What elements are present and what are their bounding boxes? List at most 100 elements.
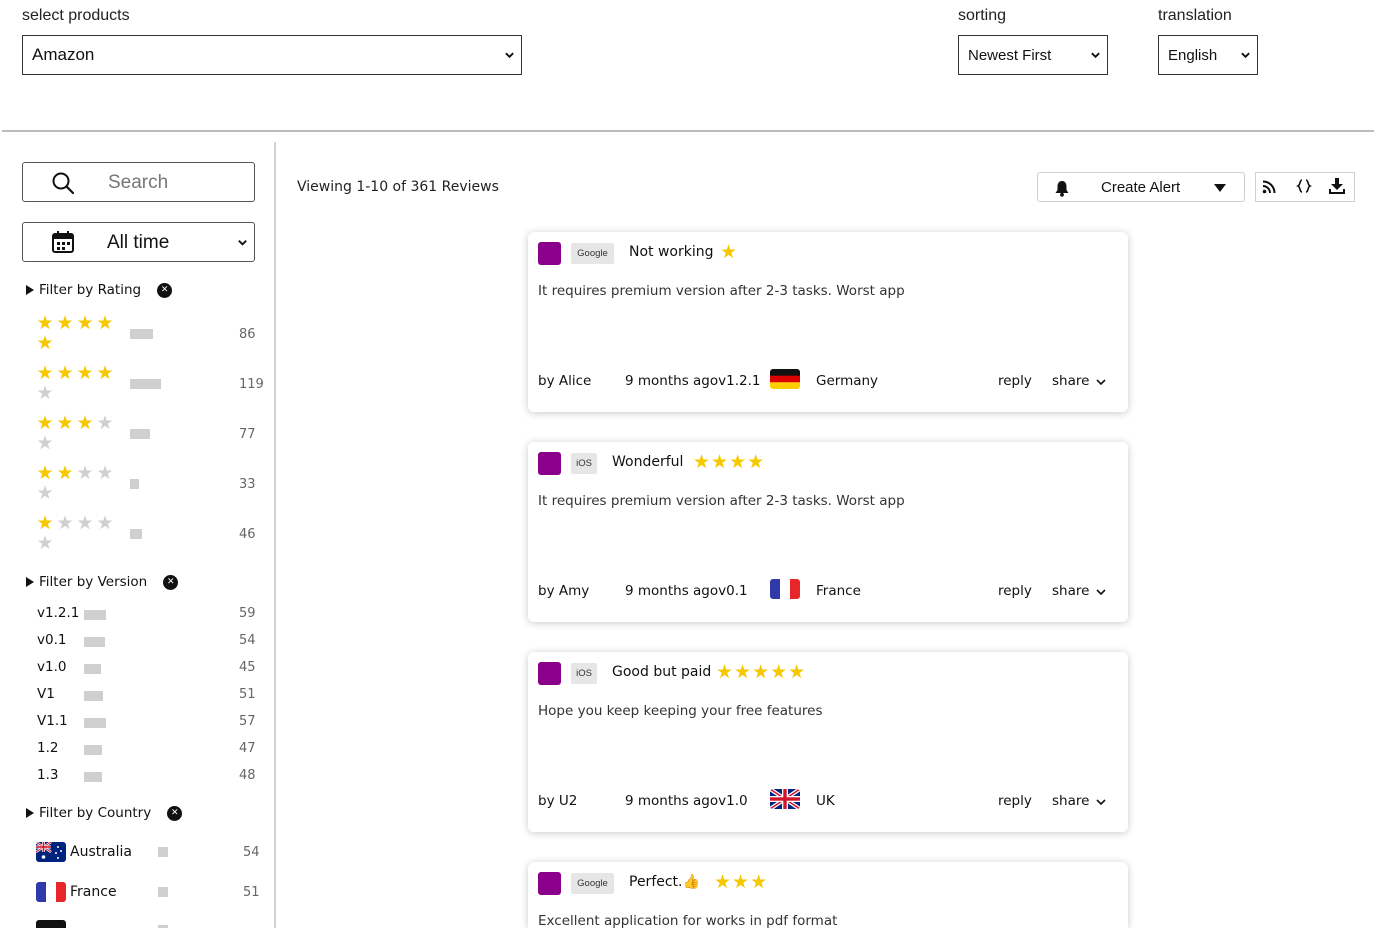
rating-row-1[interactable]: ★★★★★ 46	[36, 513, 266, 557]
country-count: 54	[243, 845, 260, 860]
version-row[interactable]: 1.2 47	[37, 740, 267, 760]
france-flag-icon	[770, 579, 800, 599]
rating-row-5[interactable]: ★★★★★ 86	[36, 313, 266, 357]
version-row[interactable]: V1.1 57	[37, 713, 267, 733]
rating-row-3[interactable]: ★★★★★ 77	[36, 413, 266, 457]
reply-button[interactable]: reply	[998, 793, 1032, 809]
search-icon	[52, 172, 75, 195]
version-label: V1.1	[37, 713, 68, 729]
source-badge: iOS	[571, 453, 597, 474]
germany-flag-icon	[770, 369, 800, 389]
rating-bar	[130, 379, 161, 389]
sorting-select[interactable]: Newest First	[958, 35, 1108, 75]
version-bar	[84, 745, 102, 755]
australia-flag-icon	[36, 842, 66, 862]
rss-icon[interactable]	[1262, 180, 1276, 194]
create-alert-button[interactable]: Create Alert	[1037, 172, 1245, 202]
version-count: 48	[239, 768, 256, 783]
version-count: 54	[239, 633, 256, 648]
version-filter-toggle[interactable]: Filter by Version ✕	[26, 574, 179, 590]
rating-count: 77	[239, 427, 256, 442]
country-row-france[interactable]: France 51	[36, 880, 266, 906]
review-author: by Amy	[538, 583, 590, 599]
share-button[interactable]: share	[1052, 373, 1089, 389]
avatar	[538, 872, 561, 895]
chevron-down-icon	[1241, 52, 1250, 59]
version-count: 51	[239, 687, 256, 702]
share-button[interactable]: share	[1052, 583, 1089, 599]
reply-button[interactable]: reply	[998, 583, 1032, 599]
download-icon[interactable]	[1328, 177, 1346, 195]
bell-icon	[1055, 181, 1069, 197]
products-label: select products	[22, 7, 130, 24]
rating-row-4[interactable]: ★★★★★ 119	[36, 363, 266, 407]
review-title: Perfect.👍	[629, 874, 700, 890]
version-label: v0.1	[37, 632, 67, 648]
caret-right-icon	[26, 285, 34, 295]
review-card: iOS Good but paid ★★★★★ Hope you keep ke…	[528, 652, 1128, 832]
version-label: v1.0	[37, 659, 67, 675]
review-meta: 9 months agov1.2.1	[625, 373, 761, 389]
review-body: It requires premium version after 2-3 ta…	[538, 283, 905, 299]
review-body: It requires premium version after 2-3 ta…	[538, 493, 905, 509]
caret-right-icon	[26, 808, 34, 818]
country-label: France	[70, 884, 117, 900]
date-range-select[interactable]: All time	[22, 222, 255, 262]
rating-bar	[130, 329, 153, 339]
rating-bar	[130, 429, 150, 439]
translation-select[interactable]: English	[1158, 35, 1258, 75]
version-bar	[84, 691, 103, 701]
sidebar-divider	[274, 142, 276, 928]
rating-filter-title: Filter by Rating	[39, 282, 142, 298]
version-row[interactable]: v1.0 45	[37, 659, 267, 679]
review-card: Google Not working ★ It requires premium…	[528, 232, 1128, 412]
caret-right-icon	[26, 577, 34, 587]
avatar	[538, 242, 561, 265]
results-count: Viewing 1-10 of 361 Reviews	[297, 179, 499, 195]
search-input[interactable]: Search	[22, 162, 255, 202]
products-select[interactable]: Amazon	[22, 35, 522, 75]
version-count: 57	[239, 714, 256, 729]
country-row-australia[interactable]: Australia 54	[36, 840, 266, 866]
clear-version-filter-icon[interactable]: ✕	[163, 574, 179, 590]
translation-label: translation	[1158, 7, 1232, 24]
reply-button[interactable]: reply	[998, 373, 1032, 389]
chevron-down-icon	[1096, 589, 1106, 596]
version-row[interactable]: v1.2.1 59	[37, 605, 267, 625]
country-filter-toggle[interactable]: Filter by Country ✕	[26, 805, 183, 821]
clear-country-filter-icon[interactable]: ✕	[167, 805, 183, 821]
version-row[interactable]: v0.1 54	[37, 632, 267, 652]
search-placeholder: Search	[108, 172, 169, 193]
source-badge: Google	[571, 873, 614, 894]
version-label: V1	[37, 686, 55, 702]
version-bar	[84, 772, 102, 782]
rating-count: 119	[239, 377, 264, 392]
rating-filter-toggle[interactable]: Filter by Rating ✕	[26, 282, 173, 298]
rating-stars: ★★★★★	[36, 312, 116, 354]
share-button[interactable]: share	[1052, 793, 1089, 809]
version-row[interactable]: V1 51	[37, 686, 267, 706]
rating-stars: ★★★★★	[36, 362, 116, 404]
rating-count: 46	[239, 527, 256, 542]
version-bar	[84, 664, 101, 674]
header-divider	[2, 130, 1374, 132]
version-label: 1.3	[37, 767, 59, 783]
rating-row-2[interactable]: ★★★★★ 33	[36, 463, 266, 507]
review-title: Not working	[629, 244, 714, 260]
review-country: UK	[816, 793, 835, 809]
review-card: iOS Wonderful ★★★★ It requires premium v…	[528, 442, 1128, 622]
version-row[interactable]: 1.3 48	[37, 767, 267, 787]
version-count: 47	[239, 741, 256, 756]
version-label: 1.2	[37, 740, 59, 756]
country-row-next[interactable]	[36, 918, 266, 928]
source-badge: Google	[571, 243, 614, 264]
review-body: Hope you keep keeping your free features	[538, 703, 823, 719]
country-label: Australia	[70, 844, 132, 860]
clear-rating-filter-icon[interactable]: ✕	[157, 282, 173, 298]
json-braces-icon[interactable]	[1296, 178, 1312, 194]
chevron-down-icon	[1091, 52, 1100, 59]
review-stars: ★★★	[714, 871, 769, 893]
review-stars: ★★★★★	[716, 661, 807, 683]
chevron-down-icon	[1096, 379, 1106, 386]
version-filter-title: Filter by Version	[39, 574, 148, 590]
